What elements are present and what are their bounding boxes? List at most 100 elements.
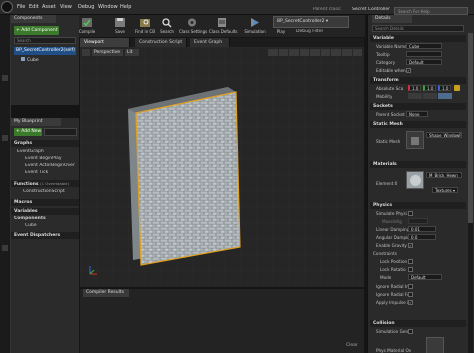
clear-button[interactable]: Clear bbox=[346, 343, 358, 348]
static-mesh-section-header[interactable]: Static Mesh bbox=[370, 121, 466, 128]
save-button[interactable]: Save bbox=[110, 15, 130, 37]
viewport[interactable]: Perspective Lit bbox=[80, 47, 364, 287]
my-blueprint-search-input[interactable] bbox=[44, 128, 77, 136]
event-actorbeginoverlap-item[interactable]: Event ActorBeginOver bbox=[25, 163, 75, 168]
scale-y-field[interactable]: 1.0 bbox=[423, 85, 436, 91]
menu-help[interactable]: Help bbox=[120, 4, 131, 10]
components-tab[interactable]: Components bbox=[11, 15, 56, 23]
mobility-movable-button[interactable] bbox=[438, 93, 452, 99]
menu-window[interactable]: Window bbox=[98, 4, 118, 10]
functions-header[interactable]: Functions (1 Overridable) bbox=[11, 180, 79, 187]
reset-scale-icon[interactable] bbox=[454, 85, 460, 91]
mass-in-kg-field[interactable] bbox=[408, 218, 428, 224]
angular-damping-field[interactable]: 0.0 bbox=[408, 234, 436, 240]
strip-marker[interactable] bbox=[2, 245, 8, 251]
simulation-generates-hit-checkbox[interactable] bbox=[408, 329, 413, 334]
scale-x-field[interactable]: 1.0 bbox=[408, 85, 421, 91]
menu-debug[interactable]: Debug bbox=[78, 4, 94, 10]
static-mesh-dropdown[interactable]: Shape_WindowFra bbox=[426, 132, 462, 138]
variable-name-field[interactable]: Cube bbox=[406, 43, 442, 49]
constraints-label[interactable]: Constraints bbox=[373, 251, 397, 256]
lit-button[interactable]: Lit bbox=[125, 49, 139, 56]
mobility-stationary-button[interactable] bbox=[423, 93, 437, 99]
tab-viewport[interactable]: Viewport bbox=[80, 38, 130, 47]
event-beginplay-item[interactable]: Event BeginPlay bbox=[25, 156, 62, 161]
material-thumbnail[interactable] bbox=[406, 171, 424, 189]
component-cube-item[interactable]: Cube bbox=[21, 57, 39, 63]
my-blueprint-tab[interactable]: My Blueprint bbox=[11, 118, 61, 126]
details-search-input[interactable]: Search Details bbox=[372, 25, 464, 32]
details-tab[interactable]: Details bbox=[372, 15, 412, 23]
menu-view[interactable]: View bbox=[60, 4, 72, 10]
details-scrollbar-thumb[interactable] bbox=[468, 33, 473, 223]
scale-z-field[interactable]: 1.0 bbox=[438, 85, 451, 91]
event-tick-item[interactable]: Event Tick bbox=[25, 170, 48, 175]
add-new-button[interactable]: + Add New ▾ bbox=[14, 128, 42, 136]
apply-impulse-checkbox[interactable] bbox=[408, 300, 413, 305]
tab-construction-script[interactable]: Construction Script bbox=[135, 38, 187, 47]
strip-marker[interactable] bbox=[2, 135, 8, 141]
perspective-button[interactable]: Perspective bbox=[92, 49, 123, 56]
strip-marker[interactable] bbox=[2, 75, 8, 81]
mobility-static-button[interactable] bbox=[408, 93, 422, 99]
simulate-physics-checkbox[interactable] bbox=[408, 211, 413, 216]
variable-section-header[interactable]: Variable bbox=[370, 35, 466, 42]
search-help-input[interactable]: Search For Help bbox=[394, 7, 468, 15]
translate-tool-button[interactable] bbox=[268, 49, 278, 56]
debug-filter-dropdown[interactable]: BP_SecretController2 ▾ bbox=[273, 16, 349, 28]
scale-snap-button[interactable] bbox=[341, 49, 352, 56]
components-search-input[interactable]: Search bbox=[14, 37, 76, 44]
grid-size-button[interactable] bbox=[320, 49, 331, 56]
class-settings-button[interactable]: Class Settings bbox=[179, 15, 207, 37]
parent-socket-field[interactable]: None bbox=[406, 111, 428, 117]
category-dropdown[interactable]: Default bbox=[406, 59, 442, 65]
material-dropdown[interactable]: M_Brick_Hewn bbox=[426, 172, 462, 178]
scale-tool-button[interactable] bbox=[289, 49, 299, 56]
lock-rotation-checkbox[interactable] bbox=[408, 267, 413, 272]
camera-speed-button[interactable] bbox=[352, 49, 363, 56]
snap-button[interactable] bbox=[310, 49, 320, 56]
variable-cube-item[interactable]: Cube bbox=[25, 223, 37, 228]
component-root-item[interactable]: BP_SecretController2(self) bbox=[14, 47, 76, 55]
search-button[interactable]: Search bbox=[157, 15, 177, 37]
materials-section-header[interactable]: Materials bbox=[370, 161, 466, 168]
menu-asset[interactable]: Asset bbox=[42, 4, 56, 10]
menu-file[interactable]: File bbox=[17, 4, 25, 10]
cube-mesh[interactable] bbox=[135, 91, 241, 266]
find-in-cb-button[interactable]: Find in CB bbox=[135, 15, 155, 37]
collision-section-header[interactable]: Collision bbox=[370, 320, 466, 327]
class-defaults-button[interactable]: Class Defaults bbox=[209, 15, 238, 37]
static-mesh-thumbnail[interactable] bbox=[406, 131, 424, 149]
world-space-button[interactable] bbox=[299, 49, 310, 56]
textures-dropdown[interactable]: Textures ▾ bbox=[432, 187, 458, 193]
variables-header[interactable]: Variables bbox=[11, 208, 79, 215]
editable-checkbox[interactable] bbox=[406, 68, 411, 73]
rotation-snap-button[interactable] bbox=[331, 49, 341, 56]
tab-event-graph[interactable]: Event Graph bbox=[190, 38, 230, 47]
compiler-results-tab[interactable]: Compiler Results bbox=[83, 289, 129, 297]
components-subheader[interactable]: Components bbox=[14, 216, 46, 221]
linear-damping-field[interactable]: 0.01 bbox=[408, 226, 436, 232]
sockets-section-header[interactable]: Sockets bbox=[370, 103, 466, 110]
compile-button[interactable]: Compile bbox=[77, 15, 97, 37]
phys-material-thumbnail[interactable] bbox=[426, 337, 444, 353]
transform-section-header[interactable]: Transform bbox=[370, 77, 466, 84]
viewport-options-button[interactable] bbox=[82, 49, 90, 56]
macros-header[interactable]: Macros bbox=[11, 199, 79, 206]
add-component-button[interactable]: + Add Component ▾ bbox=[14, 26, 59, 35]
parent-class-value[interactable]: Secret Controller bbox=[352, 7, 390, 12]
construction-script-item[interactable]: ConstructionScript bbox=[23, 189, 65, 194]
ignore-radial-force-checkbox[interactable] bbox=[408, 292, 413, 297]
event-dispatchers-header[interactable]: Event Dispatchers bbox=[11, 232, 79, 239]
event-graph-item[interactable]: EventGraph bbox=[17, 149, 44, 154]
graphs-header[interactable]: Graphs bbox=[11, 140, 79, 147]
physics-section-header[interactable]: Physics bbox=[370, 202, 466, 209]
simulation-button[interactable]: Simulation bbox=[243, 15, 267, 37]
menu-edit[interactable]: Edit bbox=[29, 4, 39, 10]
enable-gravity-checkbox[interactable] bbox=[408, 243, 413, 248]
lock-position-checkbox[interactable] bbox=[408, 259, 413, 264]
mode-dropdown[interactable]: Default bbox=[408, 274, 442, 280]
ignore-radial-impulse-checkbox[interactable] bbox=[408, 284, 413, 289]
rotate-tool-button[interactable] bbox=[278, 49, 289, 56]
tooltip-field[interactable] bbox=[406, 51, 442, 57]
